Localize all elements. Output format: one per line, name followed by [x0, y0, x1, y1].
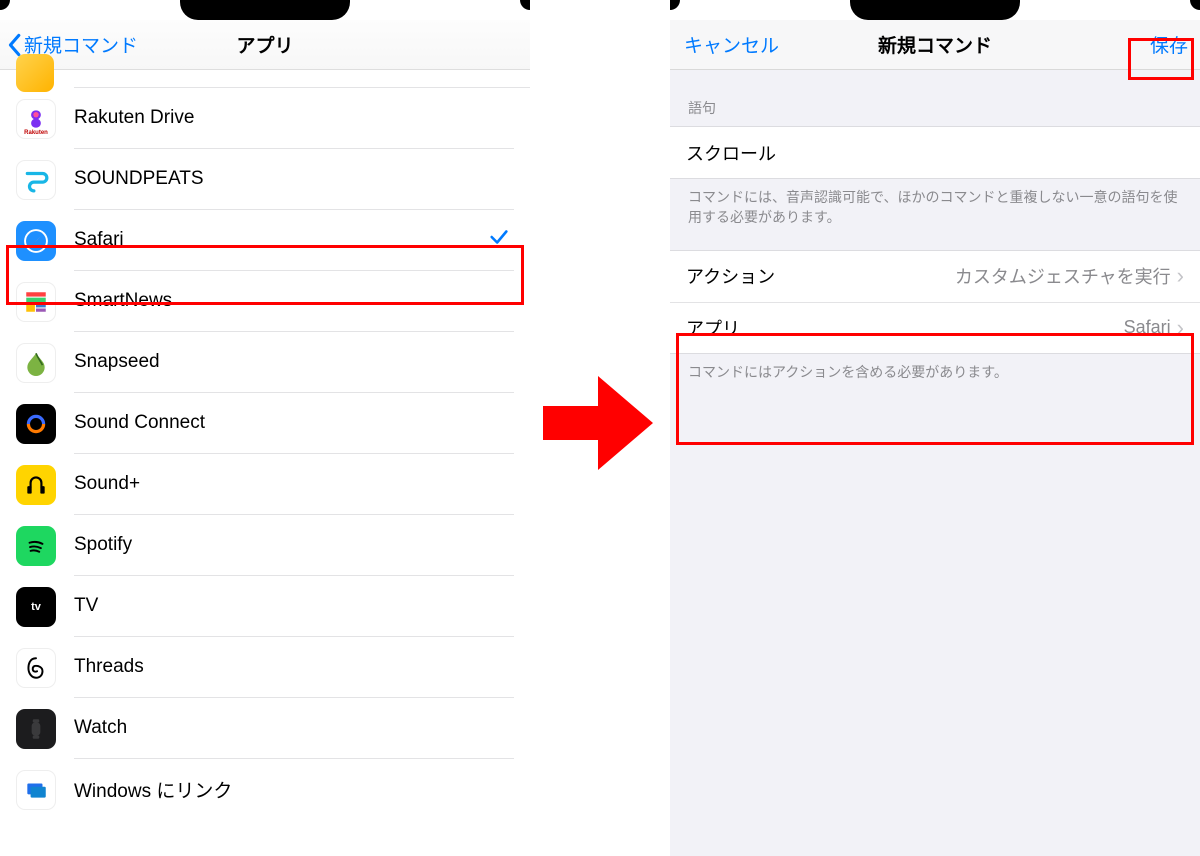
app-label: Safari: [74, 229, 488, 251]
status-bar: [670, 0, 1200, 20]
app-label: Windows にリンク: [74, 776, 510, 803]
phrase-value: スクロール: [686, 140, 776, 166]
soundplus-icon: [16, 465, 56, 505]
app-list[interactable]: Rakuten Rakuten Drive SOUNDPEATS Safari: [0, 70, 530, 820]
app-label: Sound Connect: [74, 412, 510, 434]
arrow-right-icon: [538, 368, 658, 478]
list-row[interactable]: Spotify: [0, 515, 530, 576]
action-cell[interactable]: アクション カスタムジェスチャを実行 ›: [670, 251, 1200, 302]
app-label: Snapseed: [74, 351, 510, 373]
app-label: SOUNDPEATS: [74, 168, 510, 190]
nav-bar-left: 新規コマンド アプリ: [0, 20, 530, 70]
section-footer-phrase: コマンドには、音声認識可能で、ほかのコマンドと重複しない一意の語句を使用する必要…: [670, 179, 1200, 240]
snapseed-icon: [16, 343, 56, 383]
soundpeats-icon: [16, 160, 56, 200]
safari-icon: [16, 221, 56, 261]
list-row[interactable]: Rakuten Rakuten Drive: [0, 88, 530, 149]
list-row[interactable]: SOUNDPEATS: [0, 149, 530, 210]
list-row[interactable]: Snapseed: [0, 332, 530, 393]
threads-icon: [16, 648, 56, 688]
spotify-icon: [16, 526, 56, 566]
chevron-right-icon: ›: [1177, 317, 1184, 339]
list-row[interactable]: Threads: [0, 637, 530, 698]
app-label: SmartNews: [74, 290, 510, 312]
cancel-button[interactable]: キャンセル: [676, 31, 779, 58]
list-row-safari[interactable]: Safari: [0, 210, 530, 271]
checkmark-icon: [488, 226, 510, 254]
app-label: Sound+: [74, 473, 510, 495]
section-header-phrase: 語句: [670, 70, 1200, 126]
list-row[interactable]: Windows にリンク: [0, 759, 530, 820]
app-icon-partial: [16, 54, 54, 92]
app-label: Rakuten Drive: [74, 107, 510, 129]
watch-icon: [16, 709, 56, 749]
phrase-group: スクロール: [670, 126, 1200, 179]
action-value: カスタムジェスチャを実行: [955, 263, 1171, 289]
soundconnect-icon: [16, 404, 56, 444]
app-cell[interactable]: アプリ Safari ›: [670, 302, 1200, 353]
list-row-partial: [74, 70, 530, 88]
list-row[interactable]: Watch: [0, 698, 530, 759]
list-row[interactable]: tv TV: [0, 576, 530, 637]
windowslink-icon: [16, 770, 56, 810]
smartnews-icon: [16, 282, 56, 322]
list-row[interactable]: Sound+: [0, 454, 530, 515]
rakuten-drive-icon: Rakuten: [16, 99, 56, 139]
nav-title-left: アプリ: [236, 31, 293, 58]
list-row[interactable]: SmartNews: [0, 271, 530, 332]
app-label: TV: [74, 595, 510, 617]
form-body: 語句 スクロール コマンドには、音声認識可能で、ほかのコマンドと重複しない一意の…: [670, 70, 1200, 856]
save-button[interactable]: 保存: [1150, 31, 1188, 58]
nav-title-right: 新規コマンド: [878, 31, 992, 58]
status-bar: [0, 0, 530, 20]
app-label: Threads: [74, 656, 510, 678]
right-screen: キャンセル 新規コマンド 保存 語句 スクロール コマンドには、音声認識可能で、…: [670, 0, 1200, 856]
app-label: Spotify: [74, 534, 510, 556]
app-label: Watch: [74, 717, 510, 739]
left-screen: 新規コマンド アプリ Rakuten Rakuten Drive SOUNDP: [0, 0, 530, 856]
chevron-left-icon: [6, 33, 22, 57]
phrase-field[interactable]: スクロール: [670, 127, 1200, 178]
app-value: Safari: [1124, 317, 1171, 338]
app-label: アプリ: [686, 315, 740, 341]
action-app-group: アクション カスタムジェスチャを実行 › アプリ Safari ›: [670, 250, 1200, 354]
section-footer-action: コマンドにはアクションを含める必要があります。: [670, 354, 1200, 394]
list-row[interactable]: Sound Connect: [0, 393, 530, 454]
tv-icon: tv: [16, 587, 56, 627]
chevron-right-icon: ›: [1177, 265, 1184, 287]
action-label: アクション: [686, 263, 775, 289]
nav-bar-right: キャンセル 新規コマンド 保存: [670, 20, 1200, 70]
